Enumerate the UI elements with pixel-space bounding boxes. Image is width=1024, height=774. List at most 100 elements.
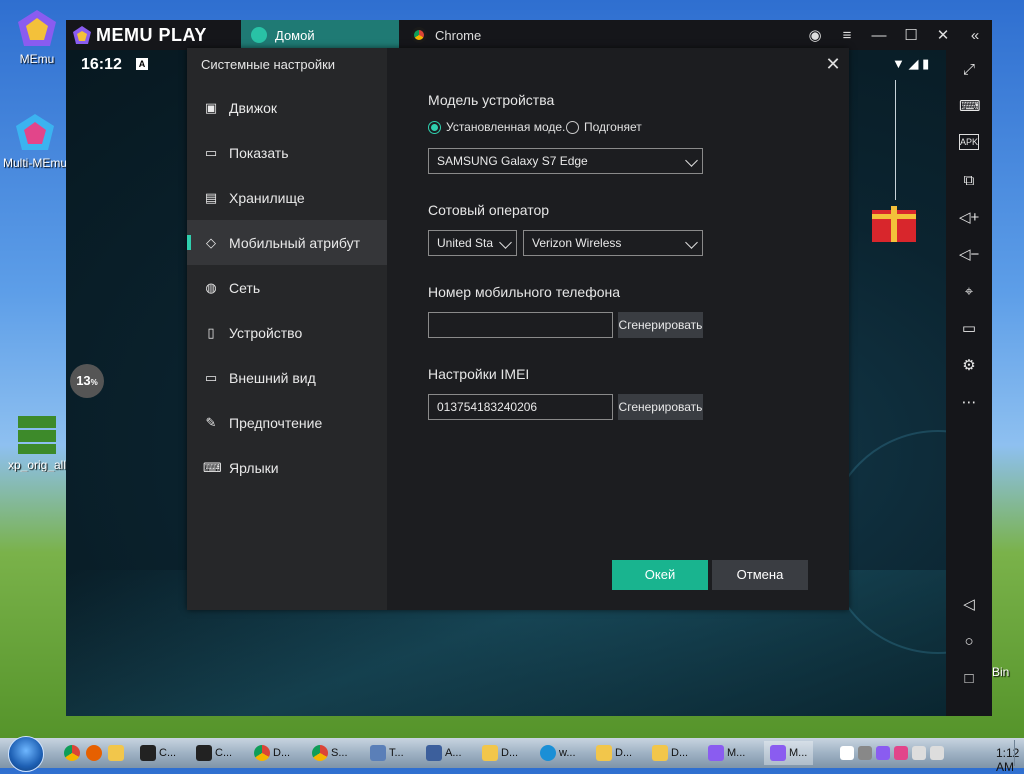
keyboard-icon[interactable]: ⌨	[959, 97, 981, 117]
network-icon[interactable]	[912, 746, 926, 760]
minimize-icon[interactable]: —	[870, 27, 888, 44]
taskbar-item[interactable]: D...	[482, 741, 518, 765]
wrench-icon: ✎	[205, 414, 217, 430]
start-button[interactable]	[8, 736, 44, 772]
phone-number-input[interactable]	[428, 312, 613, 338]
taskbar-item[interactable]: D...	[254, 741, 290, 765]
taskbar-item[interactable]: T...	[370, 741, 404, 765]
memu-tray-icon-2[interactable]	[894, 746, 908, 760]
device-model-select[interactable]: SAMSUNG Galaxy S7 Edge	[428, 148, 703, 174]
system-settings-dialog: Системные настройки ▣ Движок ▭ Показать …	[187, 48, 849, 610]
taskbar-item-label: M...	[789, 747, 808, 759]
save-icon: ▤	[204, 189, 218, 205]
progress-value: 13	[76, 373, 91, 388]
taskbar-item[interactable]: D...	[652, 741, 688, 765]
radio-installed[interactable]: Установленная моде...	[428, 120, 566, 134]
taskbar-item-active[interactable]: M...	[764, 741, 814, 765]
desktop-icon-memu[interactable]: MEmu	[2, 8, 72, 66]
taskbar-item[interactable]: M...	[708, 741, 745, 765]
menu-icon[interactable]: ≡	[838, 27, 856, 44]
taskbar-item[interactable]: w...	[540, 741, 576, 765]
apk-icon[interactable]: APK	[959, 134, 979, 150]
cancel-button[interactable]: Отмена	[712, 560, 808, 590]
chrome-icon	[312, 745, 328, 761]
account-icon[interactable]: ◉	[806, 26, 824, 44]
gift-icon[interactable]	[872, 198, 916, 242]
wifi-icon: ▼	[892, 56, 905, 71]
dialog-close-icon[interactable]: ✕	[823, 54, 843, 75]
location-icon[interactable]: ⌖	[959, 282, 979, 302]
taskbar-item[interactable]: S...	[312, 741, 348, 765]
imei-input[interactable]: 013754183240206	[428, 394, 613, 420]
shield-icon[interactable]	[840, 746, 854, 760]
monitor-icon: ▭	[204, 144, 218, 160]
collapse-icon[interactable]: «	[966, 27, 984, 44]
tab-chrome[interactable]: Chrome	[401, 20, 557, 50]
country-select[interactable]: United Sta	[428, 230, 517, 256]
maximize-icon[interactable]: ☐	[902, 26, 920, 44]
memu-tray-icon[interactable]	[876, 746, 890, 760]
app-icon	[370, 745, 386, 761]
back-icon[interactable]: ◁	[959, 595, 979, 615]
menu-item-device[interactable]: ▯ Устройство	[187, 310, 387, 355]
taskbar-item[interactable]: A...	[426, 741, 462, 765]
folder-icon[interactable]: ▭	[959, 319, 979, 339]
taskbar-item-label: D...	[615, 747, 633, 759]
taskbar-item-label: w...	[559, 747, 576, 759]
generate-phone-button[interactable]: Сгенерировать	[618, 312, 703, 338]
menu-item-network[interactable]: ◍ Сеть	[187, 265, 387, 310]
ok-button[interactable]: Окей	[612, 560, 708, 590]
device-model-label: Модель устройства	[428, 92, 555, 108]
recycle-bin-label: Bin	[992, 665, 1010, 679]
menu-item-shortcuts[interactable]: ⌨ Ярлыки	[187, 445, 387, 490]
chevron-down-icon	[685, 154, 698, 167]
volume-down-icon[interactable]: ◁−	[959, 245, 979, 265]
operator-select[interactable]: Verizon Wireless	[523, 230, 703, 256]
quicklaunch-firefox-icon[interactable]	[86, 741, 105, 765]
menu-item-label: Ярлыки	[229, 459, 279, 476]
globe-icon: ◍	[205, 279, 217, 295]
memu-app-icon	[16, 8, 58, 50]
menu-item-storage[interactable]: ▤ Хранилище	[187, 175, 387, 220]
taskbar-item[interactable]: D...	[596, 741, 632, 765]
quicklaunch-explorer-icon[interactable]	[108, 741, 127, 765]
settings-gear-icon[interactable]: ⚙	[959, 356, 979, 376]
quicklaunch-chrome-icon[interactable]	[64, 741, 83, 765]
taskbar-item[interactable]: C...	[140, 741, 176, 765]
taskbar-item-label: D...	[501, 747, 519, 759]
loading-progress: 13%	[70, 364, 104, 398]
chrome-icon	[254, 745, 270, 761]
volume-muted-icon[interactable]	[930, 746, 944, 760]
menu-item-display[interactable]: ▭ Показать	[187, 130, 387, 175]
radio-button-checked[interactable]	[428, 120, 441, 134]
multi-window-icon[interactable]: ⧉	[959, 171, 979, 191]
taskbar-item[interactable]: C...	[196, 741, 232, 765]
network-off-icon[interactable]	[858, 746, 872, 760]
show-desktop-button[interactable]	[1014, 740, 1023, 766]
chevron-down-icon	[499, 236, 512, 249]
more-icon[interactable]: ⋯	[959, 393, 979, 413]
radio-installed-label: Установленная моде...	[446, 120, 566, 134]
menu-item-mobile-attribute[interactable]: ◇ Мобильный атрибут	[187, 220, 387, 265]
close-icon[interactable]: ✕	[934, 26, 952, 44]
desktop-icon-label: Multi-MEmu	[2, 156, 67, 170]
desktop-icon-multi-memu[interactable]: Multi-MEmu	[0, 112, 70, 170]
generate-imei-button[interactable]: Сгенерировать	[618, 394, 703, 420]
7zip-icon	[196, 745, 212, 761]
tab-home[interactable]: Домой	[241, 20, 399, 50]
volume-up-icon[interactable]: ◁+	[959, 208, 979, 228]
menu-item-preference[interactable]: ✎ Предпочтение	[187, 400, 387, 445]
phone-label: Номер мобильного телефона	[428, 284, 621, 300]
fullscreen-icon[interactable]: ⤢	[959, 60, 979, 80]
recents-icon[interactable]: □	[959, 669, 979, 689]
home-icon[interactable]: ○	[959, 632, 979, 652]
menu-item-engine[interactable]: ▣ Движок	[187, 85, 387, 130]
radio-custom[interactable]: Подгоняет	[566, 120, 642, 134]
taskbar-item-label: M...	[727, 747, 746, 759]
radio-button-unchecked[interactable]	[566, 120, 579, 134]
menu-item-appearance[interactable]: ▭ Внешний вид	[187, 355, 387, 400]
radio-custom-label: Подгоняет	[584, 120, 642, 134]
system-tray	[840, 741, 944, 765]
desktop-icon-xp-orig[interactable]: xp_orig_all	[2, 414, 72, 472]
imei-label: Настройки IMEI	[428, 366, 530, 382]
